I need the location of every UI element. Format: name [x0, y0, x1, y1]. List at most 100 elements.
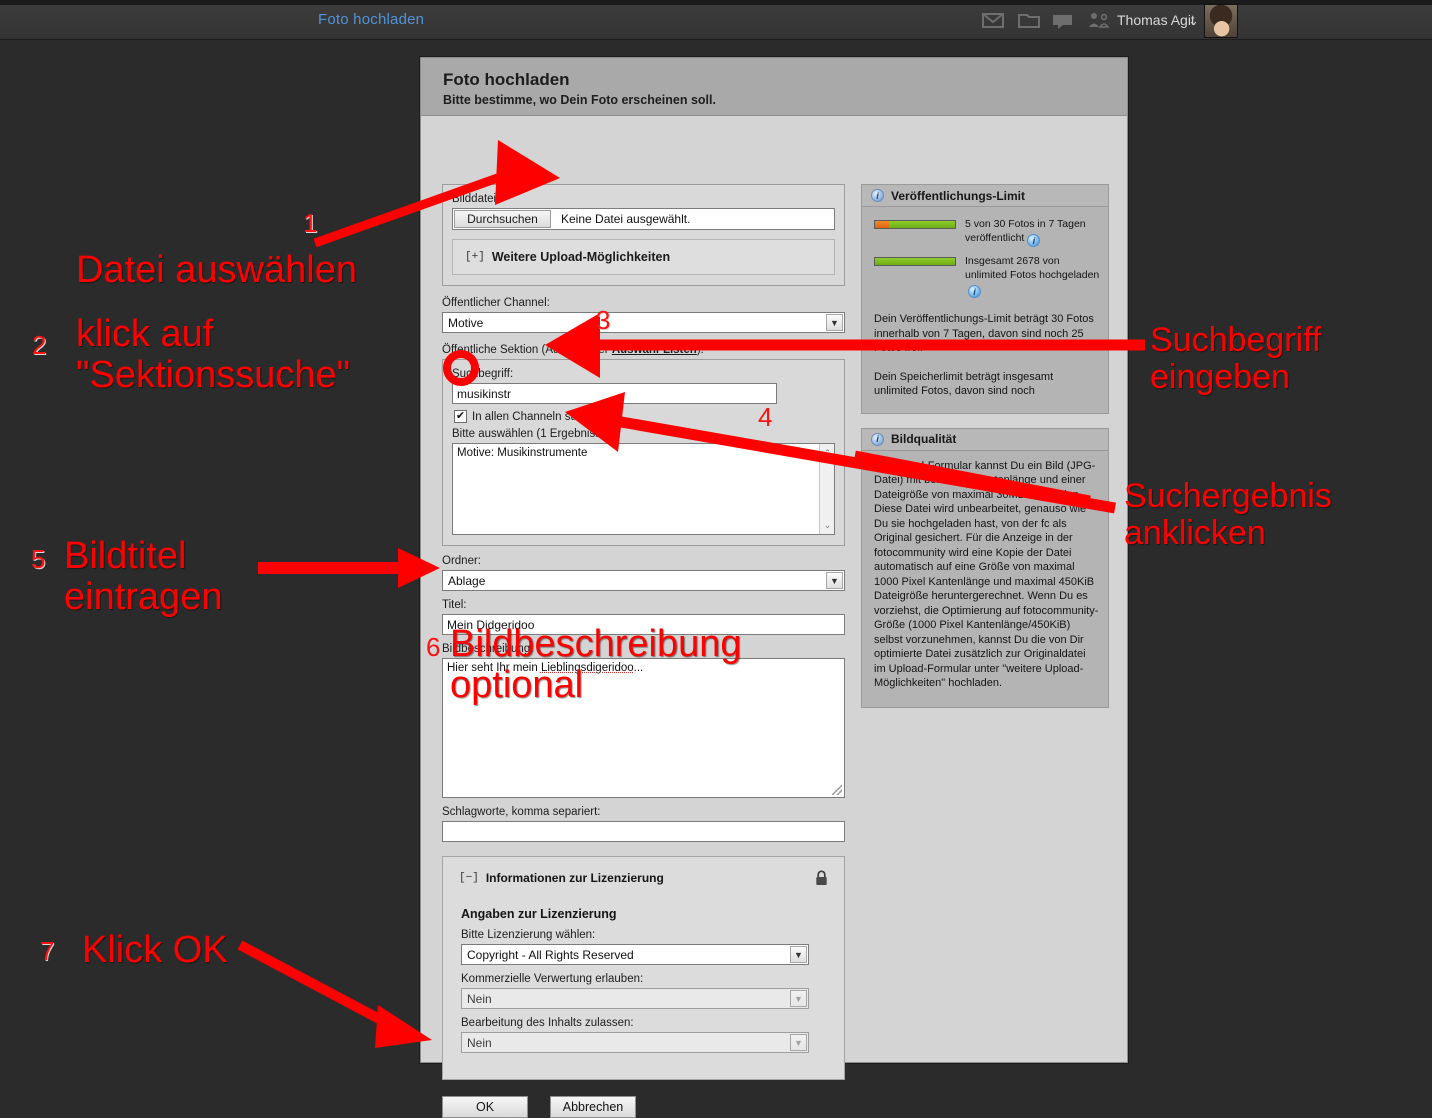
lock-icon — [815, 870, 828, 891]
comment-icon[interactable] — [1050, 10, 1076, 30]
limit-paragraph-1: Dein Veröffentlichungs-Limit beträgt 30 … — [874, 312, 1100, 356]
search-input[interactable]: musikinstr — [452, 383, 777, 404]
allow-editing-label: Bearbeitung des Inhalts zulassen: — [461, 1017, 828, 1029]
more-upload-options-label: Weitere Upload-Möglichkeiten — [492, 250, 670, 264]
all-channels-checkbox-label: In allen Channeln suchen — [472, 411, 602, 423]
info-icon[interactable]: i — [968, 285, 981, 298]
license-select[interactable]: Copyright - All Rights Reserved ▼ — [461, 944, 809, 965]
channel-group: Öffentlicher Channel: Motive ▼ — [442, 297, 845, 333]
commercial-use-value: Nein — [467, 992, 492, 1006]
expand-plus-icon[interactable]: [+] — [465, 251, 485, 263]
description-group: Bildbeschreibung: Hier seht Ihr mein Lie… — [442, 643, 845, 798]
more-upload-options-toggle[interactable]: [+] Weitere Upload-Möglichkeiten — [452, 239, 835, 275]
published-progress-bar — [874, 220, 956, 229]
folder-select[interactable]: Ablage ▼ — [442, 570, 845, 591]
uploaded-quota-text: Insgesamt 2678 von unlimited Fotos hochg… — [965, 254, 1100, 298]
file-picker-row[interactable]: Durchsuchen Keine Datei ausgewählt. — [452, 208, 835, 230]
annotation-number-2: 2 — [32, 330, 46, 361]
keywords-label: Schlagworte, komma separiert: — [442, 806, 845, 818]
description-label: Bildbeschreibung: — [442, 643, 845, 655]
uploaded-progress-bar — [874, 257, 956, 266]
folder-icon[interactable] — [1016, 10, 1042, 30]
description-value-pre: Hier seht Ihr mein — [447, 662, 541, 674]
description-textarea[interactable]: Hier seht Ihr mein Lieblingsdigeridoo... — [442, 658, 845, 798]
auswahl-listen-link[interactable]: Auswahl-Listen — [612, 344, 697, 356]
publication-limit-panel: i Veröffentlichungs-Limit 5 von 30 Fotos… — [861, 184, 1109, 414]
limit-paragraph-2: Dein Speicherlimit beträgt insgesamt unl… — [874, 370, 1100, 399]
section-results-listbox[interactable]: Motive: Musikinstrumente ⌃ ⌄ — [452, 443, 835, 535]
dialog-button-row: OK Abbrechen — [442, 1096, 845, 1118]
image-quality-header: i Bildqualität — [862, 429, 1108, 451]
uploaded-quota-label: Insgesamt 2678 von unlimited Fotos hochg… — [965, 255, 1099, 281]
results-scrollbar[interactable]: ⌃ ⌄ — [819, 444, 834, 534]
annotation-text-2: klick auf "Sektionssuche" — [76, 314, 350, 396]
list-item[interactable]: Motive: Musikinstrumente — [457, 447, 834, 459]
chevron-down-icon: ▼ — [790, 1034, 807, 1051]
section-label-post: ): — [697, 344, 704, 356]
annotation-number-1: 1 — [303, 208, 317, 239]
page-title: Foto hochladen — [443, 70, 1127, 90]
annotation-text-3: Suchbegriff eingeben — [1150, 322, 1321, 395]
section-search-panel: Suchbegriff: musikinstr ✔ In allen Chann… — [442, 359, 845, 546]
license-subheader: Angaben zur Lizenzierung — [461, 907, 828, 921]
info-icon[interactable]: i — [1027, 234, 1040, 247]
annotation-number-7: 7 — [40, 936, 54, 967]
license-header-label: Informationen zur Lizenzierung — [486, 871, 664, 885]
avatar[interactable] — [1204, 4, 1238, 38]
chevron-down-icon[interactable]: ⌄ — [1188, 13, 1199, 29]
friends-icon[interactable] — [1086, 10, 1112, 30]
all-channels-checkbox[interactable]: ✔ — [454, 410, 467, 423]
browse-button[interactable]: Durchsuchen — [454, 210, 551, 228]
search-term-label: Suchbegriff: — [452, 368, 835, 380]
keywords-input[interactable] — [442, 821, 845, 842]
channel-select[interactable]: Motive ▼ — [442, 312, 845, 333]
scroll-up-icon[interactable]: ⌃ — [820, 446, 835, 460]
published-quota-label: 5 von 30 Fotos in 7 Tagen veröffentlicht — [965, 218, 1086, 244]
annotation-text-7: Klick OK — [82, 930, 228, 971]
progress-green-segment — [875, 258, 955, 265]
image-file-label: Bilddatei: — [452, 193, 835, 205]
mail-icon[interactable] — [980, 10, 1006, 30]
annotation-text-1: Datei auswählen — [76, 250, 357, 291]
quota-row-published: 5 von 30 Fotos in 7 Tagen veröffentlicht… — [874, 217, 1100, 247]
collapse-minus-icon[interactable]: [−] — [459, 872, 479, 884]
published-quota-text: 5 von 30 Fotos in 7 Tagen veröffentlicht… — [965, 217, 1100, 247]
all-channels-checkbox-row[interactable]: ✔ In allen Channeln suchen — [454, 410, 835, 423]
image-quality-panel: i Bildqualität Im Upload-Formular kannst… — [861, 428, 1109, 708]
user-menu-label[interactable]: Thomas Agit — [1117, 12, 1195, 28]
chevron-down-icon[interactable]: ▼ — [826, 314, 843, 331]
info-icon: i — [871, 433, 884, 446]
image-quality-title: Bildqualität — [891, 432, 956, 446]
keywords-group: Schlagworte, komma separiert: — [442, 806, 845, 842]
results-label: Bitte auswählen (1 Ergebnisse) — [452, 428, 835, 440]
ok-button[interactable]: OK — [442, 1096, 528, 1118]
resize-handle[interactable] — [832, 785, 842, 795]
title-input[interactable]: Mein Didgeridoo — [442, 614, 845, 635]
image-file-fieldset: Bilddatei: Durchsuchen Keine Datei ausge… — [442, 184, 845, 286]
info-icon: i — [871, 189, 884, 202]
cancel-button[interactable]: Abbrechen — [550, 1096, 636, 1118]
description-value-post: ... — [634, 662, 644, 674]
chevron-down-icon[interactable]: ▼ — [790, 946, 807, 963]
commercial-use-select[interactable]: Nein ▼ — [461, 988, 809, 1009]
arrow-5 — [258, 548, 440, 588]
license-panel: [−] Informationen zur Lizenzierung Angab… — [442, 856, 845, 1080]
dialog-header: Foto hochladen Bitte bestimme, wo Dein F… — [421, 58, 1127, 116]
folder-group: Ordner: Ablage ▼ — [442, 555, 845, 591]
upload-dialog: Foto hochladen Bitte bestimme, wo Dein F… — [420, 57, 1128, 1063]
quota-row-uploaded: Insgesamt 2678 von unlimited Fotos hochg… — [874, 254, 1100, 298]
allow-editing-select[interactable]: Nein ▼ — [461, 1032, 809, 1053]
info-sidebar: i Veröffentlichungs-Limit 5 von 30 Fotos… — [861, 184, 1109, 722]
section-label-pre: Öffentliche Sektion (Auswahl per — [442, 344, 612, 356]
title-group: Titel: Mein Didgeridoo — [442, 599, 845, 635]
license-select-value: Copyright - All Rights Reserved — [467, 948, 634, 962]
scroll-down-icon[interactable]: ⌄ — [820, 518, 835, 532]
chevron-down-icon[interactable]: ▼ — [826, 572, 843, 589]
commercial-use-label: Kommerzielle Verwertung erlauben: — [461, 973, 828, 985]
allow-editing-value: Nein — [467, 1036, 492, 1050]
nav-tab-foto-hochladen[interactable]: Foto hochladen — [318, 11, 424, 28]
license-header-row[interactable]: [−] Informationen zur Lizenzierung — [459, 871, 828, 885]
publication-limit-header: i Veröffentlichungs-Limit — [862, 185, 1108, 207]
file-status-text: Keine Datei ausgewählt. — [552, 209, 690, 229]
chevron-down-icon: ▼ — [790, 990, 807, 1007]
